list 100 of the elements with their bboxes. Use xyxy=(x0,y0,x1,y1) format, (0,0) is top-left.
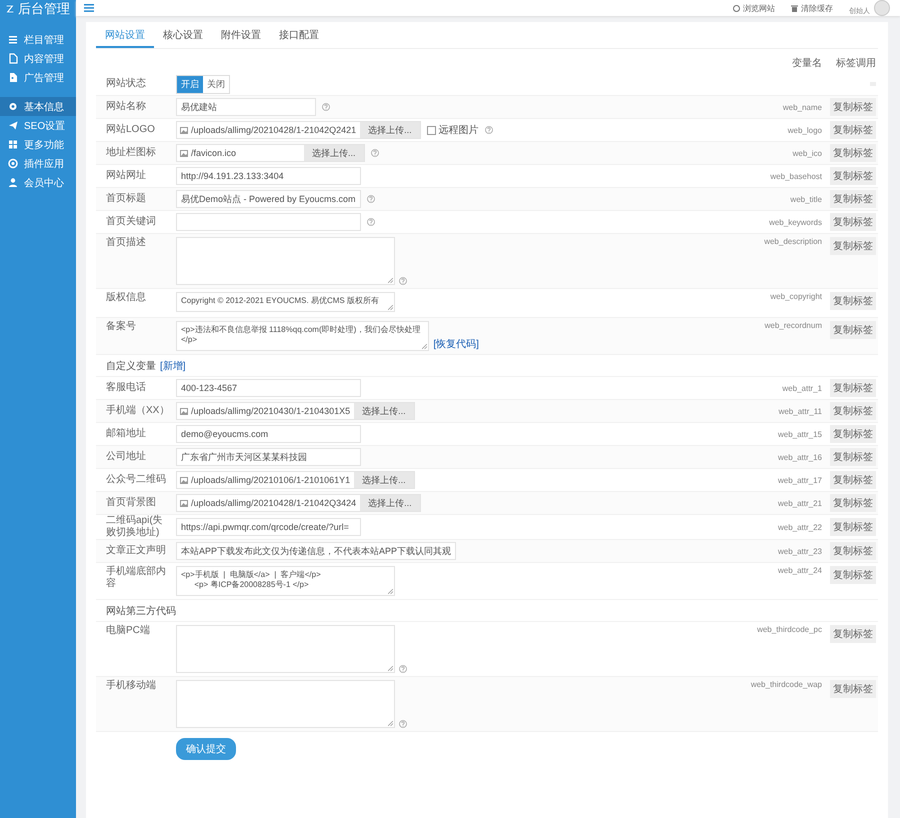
variable-name: web_thirdcode_wap xyxy=(750,680,822,689)
column-header: 变量名 xyxy=(791,56,822,70)
copy-tag-button[interactable]: 复制标签 xyxy=(830,448,876,466)
upload-button[interactable]: 选择上传... xyxy=(304,145,364,161)
text-area[interactable]: <p>违法和不良信息举报 1118%qq.com(即时处理)，我们会尽快处理 </p> xyxy=(176,321,430,351)
variable-name: web_attr_17 xyxy=(776,476,822,484)
add-link[interactable]: [新增] xyxy=(160,358,186,372)
copy-tag-button[interactable]: 复制标签 xyxy=(830,566,876,584)
text-field[interactable]: 广东省广州市天河区某某科技园 xyxy=(176,448,361,466)
upload-field[interactable]: /uploads/allimg/20210106/1-2101061Y1 选择上传... xyxy=(176,471,415,489)
logo-text: 后台管理 xyxy=(18,2,70,16)
variable-name: web_attr_23 xyxy=(776,546,822,556)
text-field[interactable]: http://94.191.23.133:3404 xyxy=(176,167,361,185)
upload-button[interactable]: 选择上传... xyxy=(360,495,420,511)
field-label: 首页标题 xyxy=(106,193,147,205)
field-label: 客服电话 xyxy=(106,382,147,394)
settings-tab[interactable]: 附件设置 xyxy=(212,22,270,48)
submit-button[interactable]: 确认提交 xyxy=(176,738,236,760)
upload-field[interactable]: /uploads/allimg/20210428/1-21042Q2421 选择上传... xyxy=(176,121,421,139)
column-header: 标签调用 xyxy=(835,56,876,70)
text-area[interactable] xyxy=(176,680,395,728)
copy-tag-button[interactable]: 复制标签 xyxy=(830,471,876,489)
view-site-link[interactable]: 浏览网站 xyxy=(733,2,775,14)
copy-tag-button[interactable]: 复制标签 xyxy=(830,213,876,231)
copy-tag-button[interactable]: 复制标签 xyxy=(830,292,876,310)
text-field[interactable]: 400-123-4567 xyxy=(176,379,361,397)
field-label: 首页描述 xyxy=(106,237,147,249)
field-label: 手机移动端 xyxy=(106,680,157,692)
field-label: 备案号 xyxy=(106,321,137,333)
copy-tag-button[interactable]: 复制标签 xyxy=(830,518,876,536)
text-field[interactable]: 易优Demo站点 - Powered by Eyoucms.com xyxy=(176,190,361,208)
file-path: /uploads/allimg/20210430/1-2104301X5 xyxy=(191,406,350,416)
copy-tag-button[interactable]: 复制标签 xyxy=(830,625,876,643)
upload-field[interactable]: /uploads/allimg/20210430/1-2104301X5 选择上传... xyxy=(176,402,415,420)
settings-tab[interactable]: 网站设置 xyxy=(96,22,154,48)
restore-link[interactable]: [恢复代码] xyxy=(433,337,479,351)
variable-name: web_attr_1 xyxy=(781,384,822,392)
copy-tag-button[interactable]: 复制标签 xyxy=(830,494,876,512)
text-area[interactable]: <p>手机版 | 电脑版</a> | 客户端</p> <p> 粤ICP备20008285号-1 </p> xyxy=(176,566,395,596)
sidebar-item[interactable]: 栏目管理 xyxy=(0,30,76,49)
image-icon xyxy=(180,408,188,414)
file-path: /uploads/allimg/20210428/1-21042Q2421 xyxy=(191,125,356,135)
variable-name: web_basehost xyxy=(769,172,822,180)
resize-grip-icon xyxy=(388,721,393,726)
variable-name: web_attr_16 xyxy=(776,452,822,462)
variable-name: web_attr_24 xyxy=(776,566,822,575)
settings-tab[interactable]: 核心设置 xyxy=(154,22,212,48)
field-label: 网站LOGO xyxy=(106,124,156,136)
menu-icon[interactable] xyxy=(84,4,94,12)
resize-grip-icon xyxy=(388,278,393,283)
file-path: /uploads/allimg/20210428/1-21042Q3424 xyxy=(191,498,356,508)
field-label: 电脑PC端 xyxy=(106,625,151,637)
text-field[interactable]: demo@eyoucms.com xyxy=(176,425,361,443)
toggle-option[interactable]: 开启 xyxy=(177,76,203,92)
copy-tag-button[interactable]: 复制标签 xyxy=(830,321,876,339)
settings-tab[interactable]: 接口配置 xyxy=(270,22,328,48)
resize-grip-icon xyxy=(388,589,393,594)
upload-button[interactable]: 选择上传... xyxy=(354,403,414,419)
upload-field[interactable]: /favicon.ico 选择上传... xyxy=(176,144,365,162)
sidebar-item[interactable]: 基本信息 xyxy=(0,97,76,116)
copy-tag-button[interactable]: 复制标签 xyxy=(830,379,876,397)
copy-tag-button[interactable]: 复制标签 xyxy=(830,425,876,443)
text-area[interactable] xyxy=(176,625,395,673)
text-field[interactable] xyxy=(176,213,361,231)
clear-cache-link[interactable]: 清除缓存 xyxy=(791,2,833,14)
sidebar-item[interactable]: SEO设置 xyxy=(0,116,76,135)
copy-tag-button[interactable]: 复制标签 xyxy=(830,167,876,185)
text-area[interactable] xyxy=(176,237,395,285)
upload-field[interactable]: /uploads/allimg/20210428/1-21042Q3424 选择上传... xyxy=(176,494,421,512)
trash-icon xyxy=(791,4,798,12)
copy-tag-button[interactable]: 复制标签 xyxy=(830,144,876,162)
sidebar-item[interactable]: 内容管理 xyxy=(0,49,76,68)
variable-name: web_name xyxy=(782,102,822,112)
text-field[interactable]: https://api.pwmqr.com/qrcode/create/?url= xyxy=(176,518,361,536)
copy-tag-button[interactable]: 复制标签 xyxy=(830,542,876,560)
variable-name: web_thirdcode_pc xyxy=(756,625,822,634)
section-title: 自定义变量 xyxy=(106,360,156,372)
copy-tag-button[interactable]: 复制标签 xyxy=(830,237,876,255)
upload-button[interactable]: 选择上传... xyxy=(354,472,414,488)
copy-tag-button[interactable]: 复制标签 xyxy=(830,402,876,420)
variable-name: web_attr_22 xyxy=(776,522,822,532)
sidebar-item[interactable]: 广告管理 xyxy=(0,68,76,87)
copy-tag-button[interactable]: 复制标签 xyxy=(830,190,876,208)
image-icon xyxy=(180,150,188,156)
document-icon xyxy=(8,53,18,64)
text-field[interactable]: 本站APP下载发布此文仅为传递信息，不代表本站APP下载认同其观 xyxy=(176,542,456,560)
copy-tag-button[interactable]: 复制标签 xyxy=(830,680,876,698)
upload-button[interactable]: 选择上传... xyxy=(360,122,420,138)
field-label: 首页关键词 xyxy=(106,216,157,228)
text-field[interactable]: 易优建站 xyxy=(176,98,316,116)
variable-name: web_description xyxy=(763,237,822,246)
copy-tag-button[interactable]: 复制标签 xyxy=(830,121,876,139)
sidebar-item[interactable]: 更多功能 xyxy=(0,135,76,154)
sidebar-item[interactable]: 会员中心 xyxy=(0,173,76,192)
avatar[interactable] xyxy=(874,0,890,16)
sidebar-item[interactable]: 插件应用 xyxy=(0,154,76,173)
remote-image-checkbox[interactable]: 远程图片 xyxy=(426,123,479,137)
text-area[interactable]: Copyright © 2012-2021 EYOUCMS. 易优CMS 版权所有 xyxy=(176,292,395,312)
checkbox[interactable] xyxy=(426,126,436,134)
copy-tag-button[interactable]: 复制标签 xyxy=(830,98,876,116)
